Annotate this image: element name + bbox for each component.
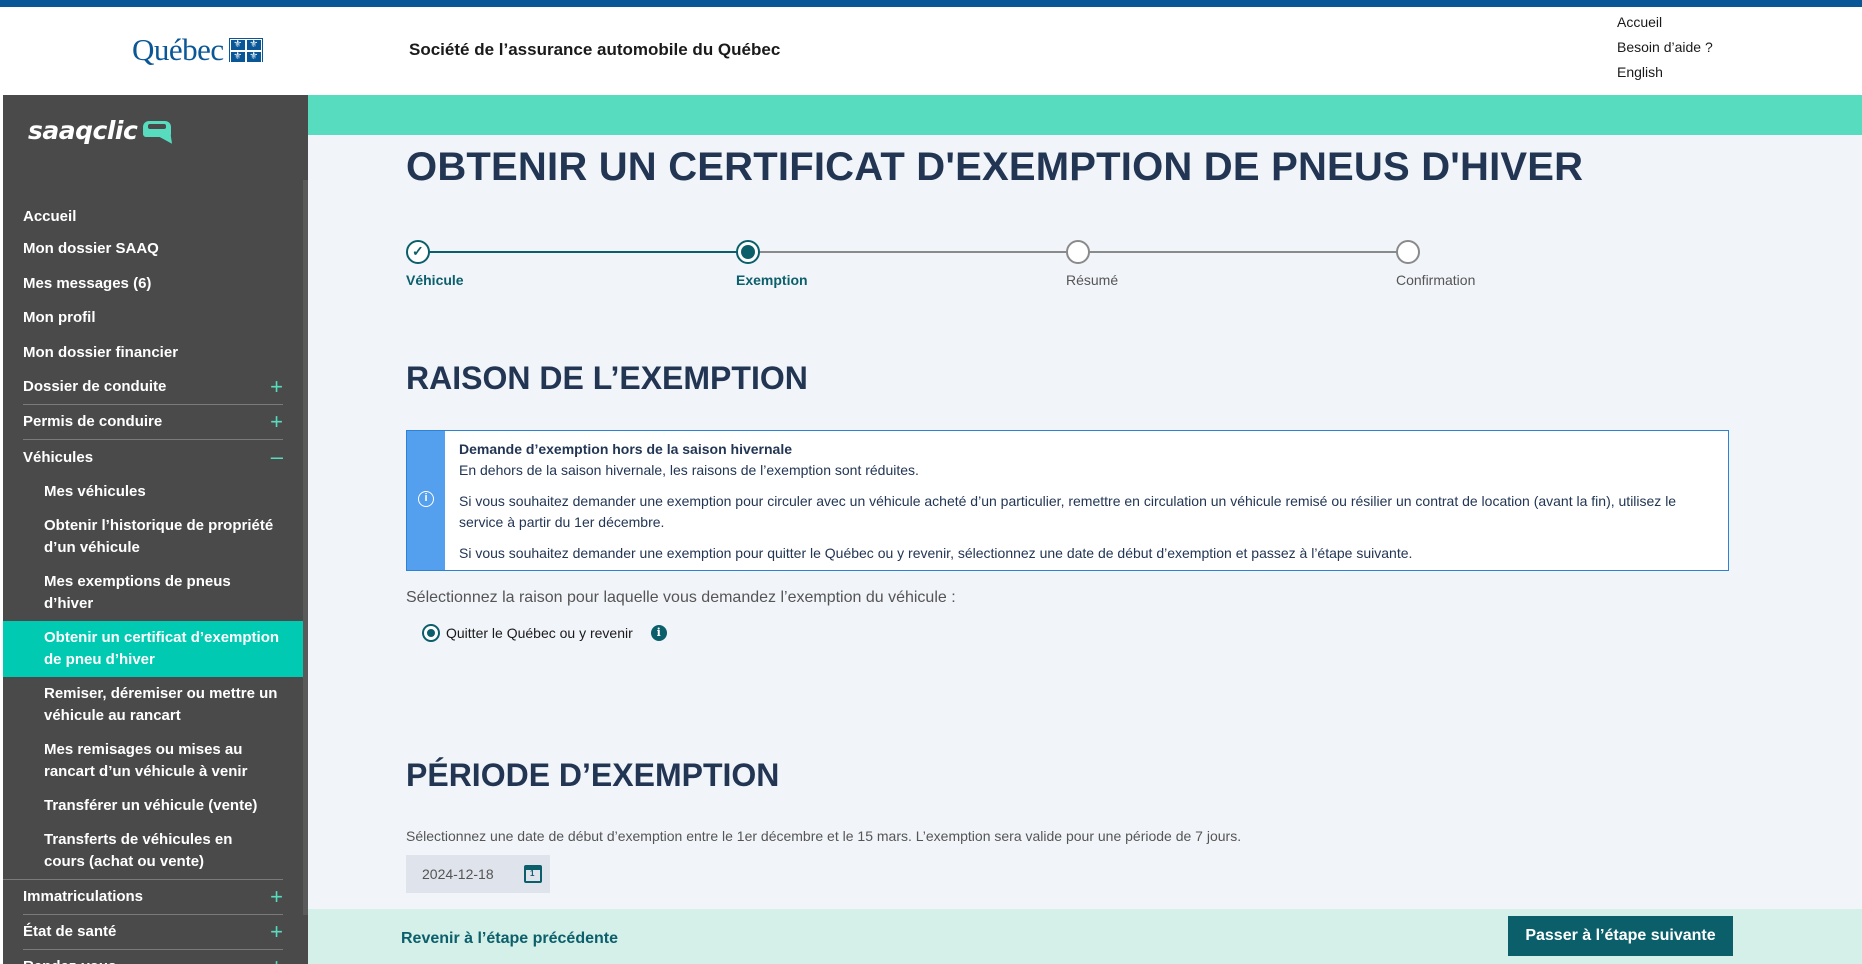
info-tooltip-icon[interactable]: i — [650, 625, 667, 641]
sidebar-item-label: Mon dossier SAAQ — [23, 239, 159, 257]
sidebar-item-label: Mes exemptions de pneus d’hiver — [44, 573, 231, 612]
expand-plus-icon[interactable]: + — [270, 956, 283, 964]
top-accent-bar — [0, 0, 1862, 7]
sidebar-item-profil[interactable]: Mon profil — [3, 301, 303, 335]
info-icon: i — [418, 491, 434, 507]
sidebar-item-transferer[interactable]: Transférer un véhicule (vente) — [3, 789, 303, 823]
radio-selected[interactable] — [422, 624, 440, 642]
quebec-logo[interactable]: Québec ⚜ ⚜ ⚜ ⚜ — [132, 32, 263, 68]
reason-heading: RAISON DE L’EXEMPTION — [406, 360, 808, 396]
sidebar-item-label: Obtenir un certificat d’exemption de pne… — [44, 629, 280, 668]
top-links: Accueil Besoin d’aide ? English — [1617, 13, 1713, 81]
step-label: Confirmation — [1396, 272, 1476, 288]
page-title: OBTENIR UN CERTIFICAT D'EXEMPTION DE PNE… — [406, 145, 1584, 189]
expand-plus-icon[interactable]: + — [270, 886, 283, 908]
sidebar-item-obtenir-certificat[interactable]: Obtenir un certificat d’exemption de pne… — [3, 621, 303, 677]
footer-actions: Revenir à l’étape précédente Passer à l’… — [308, 909, 1862, 964]
step-pending-icon — [1066, 240, 1090, 264]
teal-banner — [308, 95, 1862, 135]
sidebar-item-label: État de santé — [23, 923, 117, 940]
step-exemption: Exemption — [736, 240, 808, 288]
progress-stepper: Véhicule Exemption Résumé Confirmation — [406, 240, 1475, 290]
sidebar-item-accueil[interactable]: Accueil — [3, 202, 303, 231]
period-instructions: Sélectionnez une date de début d’exempti… — [406, 828, 1242, 844]
calendar-icon[interactable] — [524, 865, 542, 883]
sidebar-item-mes-exemptions[interactable]: Mes exemptions de pneus d’hiver — [3, 565, 303, 621]
info-content: Demande d’exemption hors de la saison hi… — [459, 439, 1719, 574]
sidebar-item-label: Mes remisages ou mises au rancart d’un v… — [44, 741, 248, 780]
sidebar-item-label: Véhicules — [23, 448, 94, 466]
sidebar-item-label: Immatriculations — [23, 888, 144, 905]
info-line-2: Si vous souhaitez demander une exemption… — [459, 493, 1677, 530]
start-date-value[interactable]: 2024-12-18 — [422, 866, 494, 882]
info-line-3: Si vous souhaitez demander une exemption… — [459, 545, 1413, 561]
period-heading: PÉRIODE D’EXEMPTION — [406, 757, 780, 793]
sidebar-item-dossier-conduite[interactable]: Dossier de conduite + — [23, 370, 283, 405]
sidebar-item-mes-vehicules[interactable]: Mes véhicules — [3, 475, 303, 509]
main-content: OBTENIR UN CERTIFICAT D'EXEMPTION DE PNE… — [308, 95, 1862, 964]
sidebar-item-label: Accueil — [23, 207, 77, 225]
step-label: Exemption — [736, 272, 808, 288]
sidebar-item-transferts-en-cours[interactable]: Transferts de véhicules en cours (achat … — [3, 823, 283, 880]
sidebar-item-label: Transférer un véhicule (vente) — [44, 797, 258, 814]
sidebar-item-immatriculations[interactable]: Immatriculations + — [23, 880, 283, 915]
sidebar-item-etat-sante[interactable]: État de santé + — [23, 915, 283, 950]
sidebar-item-vehicules[interactable]: Véhicules – — [23, 440, 283, 475]
start-date-field[interactable]: 2024-12-18 — [406, 855, 550, 893]
sidebar-item-rendez-vous[interactable]: Rendez-vous + — [23, 950, 283, 964]
info-bar: i — [407, 431, 445, 570]
sidebar-item-label: Dossier de conduite — [23, 378, 167, 395]
car-arrow-icon — [141, 115, 179, 148]
sidebar-item-label: Transferts de véhicules en cours (achat … — [44, 831, 233, 870]
organization-name: Société de l’assurance automobile du Qué… — [409, 40, 781, 59]
radio-label[interactable]: Quitter le Québec ou y revenir — [446, 625, 633, 641]
step-vehicule[interactable]: Véhicule — [406, 240, 464, 288]
quebec-wordmark: Québec — [132, 32, 224, 67]
top-link-english[interactable]: English — [1617, 63, 1713, 81]
stepper-line-complete — [418, 251, 748, 253]
step-confirmation: Confirmation — [1396, 240, 1475, 288]
step-resume: Résumé — [1066, 240, 1118, 288]
info-title: Demande d’exemption hors de la saison hi… — [459, 441, 792, 457]
header: Québec ⚜ ⚜ ⚜ ⚜ Société de l’assurance autom… — [0, 7, 1862, 95]
sidebar-item-historique[interactable]: Obtenir l’historique de propriété d’un v… — [3, 509, 303, 565]
step-label: Véhicule — [406, 272, 464, 288]
saaqclic-logo[interactable]: saaqclic — [28, 115, 179, 148]
sidebar-item-label: Mon profil — [23, 309, 96, 326]
sidebar-item-label: Mes véhicules — [44, 483, 146, 500]
step-current-icon — [736, 240, 760, 264]
expand-plus-icon[interactable]: + — [270, 921, 283, 943]
fleur-de-lys-flag-icon: ⚜ ⚜ ⚜ ⚜ — [228, 38, 263, 63]
step-label: Résumé — [1066, 272, 1119, 288]
step-pending-icon — [1396, 240, 1420, 264]
sidebar-item-label: Obtenir l’historique de propriété d’un v… — [44, 517, 274, 556]
sidebar-item-dossier-financier[interactable]: Mon dossier financier — [3, 335, 303, 370]
expand-plus-icon[interactable]: + — [270, 376, 283, 398]
sidebar-item-messages[interactable]: Mes messages (6) — [3, 266, 303, 301]
saaqclic-wordmark: saaqclic — [28, 115, 138, 145]
sidebar-item-label: Rendez-vous — [23, 956, 116, 964]
top-link-accueil[interactable]: Accueil — [1617, 13, 1713, 31]
sidebar-item-label: Permis de conduire — [23, 413, 163, 430]
info-line-1: En dehors de la saison hivernale, les ra… — [459, 462, 919, 478]
top-link-aide[interactable]: Besoin d’aide ? — [1617, 38, 1713, 56]
next-step-button[interactable]: Passer à l’étape suivante — [1508, 916, 1733, 956]
sidebar-item-dossier-saaq[interactable]: Mon dossier SAAQ — [3, 231, 303, 266]
step-check-icon — [406, 240, 430, 264]
collapse-minus-icon[interactable]: – — [271, 446, 283, 468]
previous-step-link[interactable]: Revenir à l’étape précédente — [401, 930, 618, 948]
sidebar-item-label: Remiser, déremiser ou mettre un véhicule… — [44, 685, 278, 724]
sidebar-item-remiser[interactable]: Remiser, déremiser ou mettre un véhicule… — [3, 677, 303, 733]
reason-question: Sélectionnez la raison pour laquelle vou… — [406, 589, 956, 606]
reason-radio-option[interactable]: Quitter le Québec ou y revenir i — [422, 624, 667, 642]
sidebar-item-label: Mon dossier financier — [23, 343, 179, 361]
sidebar-item-remisages-a-venir[interactable]: Mes remisages ou mises au rancart d’un v… — [3, 733, 303, 789]
expand-plus-icon[interactable]: + — [270, 411, 283, 433]
sidebar: saaqclic Accueil Mon dossier SAAQ Mes me… — [3, 95, 308, 964]
sidebar-item-permis[interactable]: Permis de conduire + — [23, 405, 283, 440]
sidebar-menu: Accueil Mon dossier SAAQ Mes messages (6… — [3, 202, 303, 964]
info-notice: i Demande d’exemption hors de la saison … — [406, 430, 1729, 571]
sidebar-item-label: Mes messages (6) — [23, 274, 152, 292]
